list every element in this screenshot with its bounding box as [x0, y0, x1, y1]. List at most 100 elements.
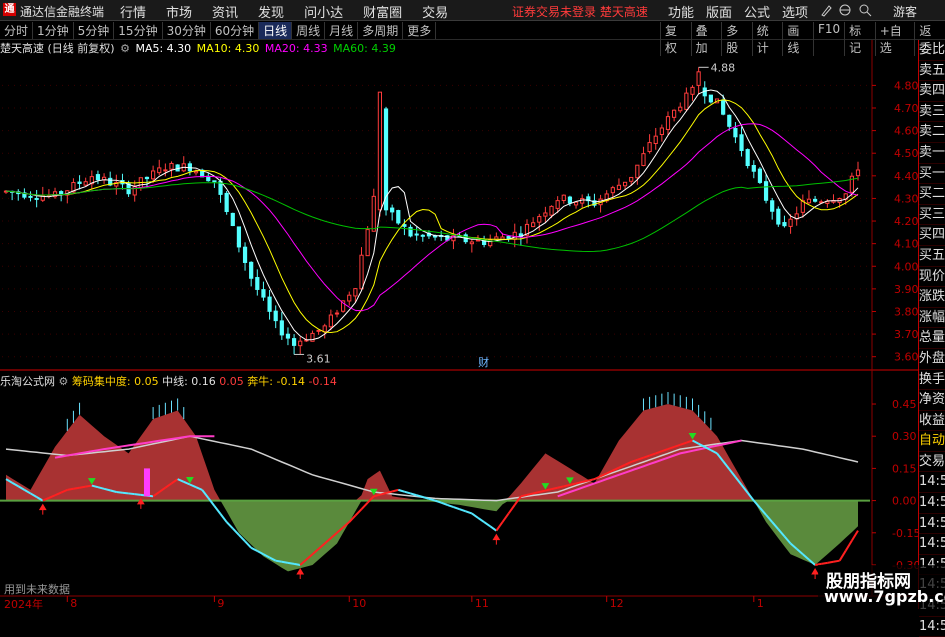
- candle-body: [230, 212, 235, 227]
- candle-body: [236, 226, 242, 248]
- indicator-name: 乐淘公式网: [0, 375, 55, 388]
- candle-body: [144, 176, 150, 180]
- candle-body: [390, 207, 395, 213]
- xaxis-year-label: 2024年: [4, 598, 43, 611]
- quote-row-10: 买五: [919, 246, 945, 267]
- high-annotation: 4.88: [711, 61, 736, 74]
- bull-line-segment: [410, 492, 417, 497]
- menu-function[interactable]: 功能: [662, 2, 700, 21]
- guest-user[interactable]: 游客: [893, 3, 917, 20]
- menu-wealth[interactable]: 财富圈: [353, 2, 412, 21]
- indicator-header: 乐淘公式网 ⚙ 筹码集中度: 0.05 中线: 0.16 0.05 奔牛: -0…: [0, 373, 870, 389]
- bull-line-segment: [575, 481, 583, 485]
- right-quote-panel: 委比 卖五 卖四 卖三 卖二 卖一 买一 买二 买三 买四 买五 现价 涨跌 涨幅 总量 外盘 换手 净资 收益 自动…: [918, 40, 945, 637]
- candle-body: [537, 216, 542, 223]
- period-tab-8[interactable]: 月线: [325, 22, 359, 39]
- chart-canvas: 4.80 4.70 4.60 4.50 4.40 4.30 4.20 4.10 4.00 3.90…: [0, 40, 920, 609]
- title-icons: [821, 4, 872, 17]
- candle-body: [95, 174, 101, 181]
- quote-row-24: 14:56: [919, 534, 945, 555]
- indicator-label-value: 0.05: [219, 375, 244, 388]
- quote-row-2: 卖四: [919, 81, 945, 102]
- search-icon[interactable]: [859, 4, 872, 17]
- candle-body: [59, 191, 64, 195]
- quote-row-20[interactable]: 交易: [919, 452, 945, 473]
- period-tab-1[interactable]: 1分钟: [33, 22, 74, 39]
- candle-body: [690, 86, 695, 95]
- indicator-magenta-bar: [143, 468, 150, 497]
- menu-market[interactable]: 市场: [156, 2, 202, 21]
- bull-line-segment: [398, 488, 405, 493]
- ma5-line: [5, 89, 859, 341]
- period-tab-4[interactable]: 30分钟: [163, 22, 211, 39]
- candle-body: [763, 181, 769, 201]
- menu-quotes[interactable]: 行情: [110, 2, 156, 21]
- period-tab-6[interactable]: 日线: [259, 22, 293, 39]
- candle-body: [531, 222, 536, 228]
- quote-row-22: 14:56: [919, 493, 945, 514]
- bull-line-segment: [489, 525, 497, 532]
- main-axis-label: 4.10: [894, 238, 919, 251]
- quote-row-11: 现价: [919, 267, 945, 288]
- period-tab-5[interactable]: 60分钟: [211, 22, 260, 39]
- bull-line-segment: [569, 482, 577, 486]
- bull-line-segment: [851, 530, 859, 542]
- candle-body: [549, 205, 554, 216]
- buy-arrow-icon: [492, 533, 501, 545]
- menu-options[interactable]: 选项: [776, 2, 814, 21]
- bull-line-segment: [73, 486, 80, 490]
- bull-line-segment: [539, 489, 546, 493]
- candle-body: [193, 170, 199, 174]
- period-tab-10[interactable]: 更多: [403, 22, 437, 39]
- quote-row-21: 14:56: [919, 472, 945, 494]
- buy-arrow-icon: [296, 568, 305, 579]
- quote-row-6: 买一: [919, 164, 945, 185]
- watermark: 股朋指标网 www.7gpzb.com: [818, 565, 945, 609]
- indicator-negative-area: [6, 500, 858, 572]
- period-tab-0[interactable]: 分时: [0, 22, 34, 39]
- indicator-label-bull: 奔牛: -0.14: [247, 375, 305, 388]
- menu-trade[interactable]: 交易: [412, 2, 458, 21]
- candle-body: [377, 91, 382, 211]
- bull-line-segment: [483, 521, 491, 528]
- bull-line-segment: [116, 491, 123, 494]
- candle-body: [163, 169, 168, 172]
- bull-line-segment: [844, 540, 853, 552]
- bull-line-segment: [85, 484, 92, 488]
- bull-line-segment: [501, 512, 510, 523]
- bull-line-segment: [545, 488, 552, 492]
- bull-line-segment: [446, 503, 454, 508]
- candle-body: [28, 195, 33, 198]
- period-tab-7[interactable]: 周线: [292, 22, 326, 39]
- main-axis-label: 3.70: [894, 328, 919, 341]
- candle-body: [347, 294, 352, 302]
- tool-button-7[interactable]: +自选: [874, 22, 915, 56]
- pen-icon[interactable]: [821, 5, 832, 17]
- bull-line-segment: [67, 487, 74, 491]
- watermark-url: www.7gpzb.com: [824, 587, 945, 606]
- period-tab-2[interactable]: 5分钟: [74, 22, 115, 39]
- ma60-label: MA60: 4.39: [333, 42, 396, 55]
- settings-icon[interactable]: ⚙: [120, 42, 130, 55]
- menu-ask[interactable]: 问小达: [294, 2, 353, 21]
- menu-discover[interactable]: 发现: [248, 2, 294, 21]
- period-tab-9[interactable]: 多周期: [358, 22, 404, 39]
- bull-line-segment: [404, 490, 411, 495]
- bull-line-segment: [354, 508, 363, 517]
- settings-icon[interactable]: ⚙: [59, 375, 69, 388]
- bull-line-segment: [477, 516, 485, 523]
- candle-body: [34, 197, 39, 200]
- bull-line-segment: [79, 485, 86, 489]
- menu-formula[interactable]: 公式: [738, 2, 776, 21]
- globe-icon[interactable]: [839, 4, 851, 16]
- candle-body: [776, 208, 781, 225]
- menu-news[interactable]: 资讯: [202, 2, 248, 21]
- right-menu: 功能 版面 公式 选项: [662, 2, 814, 21]
- menu-layout[interactable]: 版面: [700, 2, 738, 21]
- quote-row-19[interactable]: 自动: [919, 431, 945, 452]
- period-tab-3[interactable]: 15分钟: [114, 22, 163, 39]
- bull-line-segment: [122, 491, 129, 495]
- candle-body: [629, 176, 634, 182]
- bull-line-segment: [459, 508, 467, 513]
- xaxis-month-label: 1: [757, 597, 764, 609]
